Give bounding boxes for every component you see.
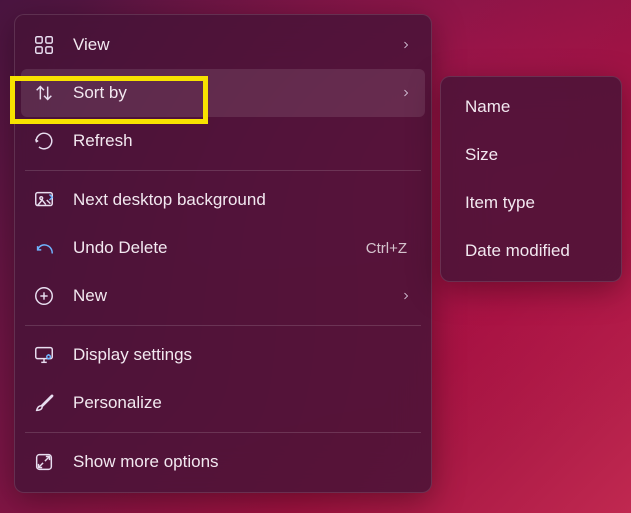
chevron-right-icon — [399, 87, 413, 99]
menu-item-label: New — [73, 286, 391, 306]
chevron-right-icon — [399, 290, 413, 302]
menu-item-label: Display settings — [73, 345, 413, 365]
menu-item-item-type[interactable]: Item type — [447, 179, 615, 227]
menu-item-undo-delete[interactable]: Undo DeleteCtrl+Z — [21, 224, 425, 272]
display-gear-icon — [33, 344, 55, 366]
image-next-icon — [33, 189, 55, 211]
chevron-right-icon — [399, 39, 413, 51]
undo-icon — [33, 237, 55, 259]
menu-item-display-settings[interactable]: Display settings — [21, 331, 425, 379]
plus-circle-icon — [33, 285, 55, 307]
menu-item-label: Name — [465, 97, 603, 117]
menu-item-label: Refresh — [73, 131, 413, 151]
menu-item-label: View — [73, 35, 391, 55]
menu-item-label: Item type — [465, 193, 603, 213]
brush-icon — [33, 392, 55, 414]
menu-item-label: Undo Delete — [73, 238, 366, 258]
menu-item-label: Next desktop background — [73, 190, 413, 210]
menu-item-show-more-options[interactable]: Show more options — [21, 438, 425, 486]
refresh-icon — [33, 130, 55, 152]
menu-item-date-modified[interactable]: Date modified — [447, 227, 615, 275]
menu-item-label: Show more options — [73, 452, 413, 472]
sort-by-submenu: Name Size Item type Date modified — [440, 76, 622, 282]
menu-item-name[interactable]: Name — [447, 83, 615, 131]
desktop-context-menu: View Sort by Refresh Next desktop backgroun… — [14, 14, 432, 493]
menu-item-next-desktop-background[interactable]: Next desktop background — [21, 176, 425, 224]
menu-item-shortcut: Ctrl+Z — [366, 240, 407, 257]
grid-icon — [33, 34, 55, 56]
menu-item-sort-by[interactable]: Sort by — [21, 69, 425, 117]
menu-item-personalize[interactable]: Personalize — [21, 379, 425, 427]
menu-item-label: Size — [465, 145, 603, 165]
menu-item-label: Sort by — [73, 83, 391, 103]
menu-item-view[interactable]: View — [21, 21, 425, 69]
menu-item-size[interactable]: Size — [447, 131, 615, 179]
menu-separator — [25, 432, 421, 433]
menu-item-label: Date modified — [465, 241, 603, 261]
menu-item-label: Personalize — [73, 393, 413, 413]
menu-item-refresh[interactable]: Refresh — [21, 117, 425, 165]
menu-item-new[interactable]: New — [21, 272, 425, 320]
sort-icon — [33, 82, 55, 104]
menu-separator — [25, 170, 421, 171]
expand-icon — [33, 451, 55, 473]
menu-separator — [25, 325, 421, 326]
